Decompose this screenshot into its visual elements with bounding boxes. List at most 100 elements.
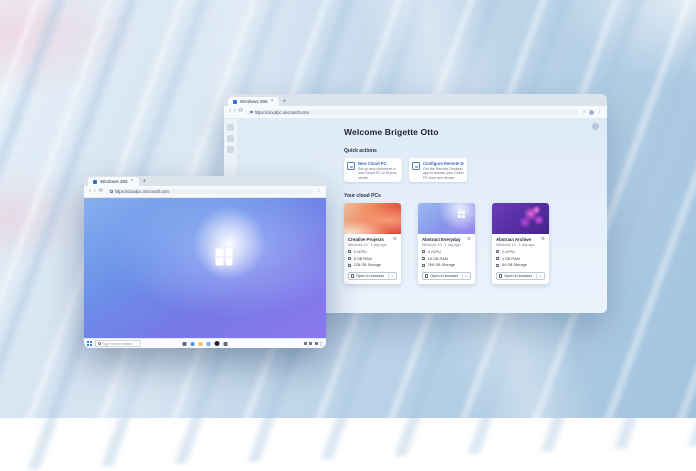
cpu-value: 2 vCPU — [502, 250, 515, 254]
search-placeholder: Type here to search — [103, 342, 133, 346]
open-in-browser-button[interactable]: Open in browser ⌄ — [496, 272, 545, 281]
portal-toolbar: ‹ › ⟳ https://cloudpc.microsoft.com ☆ ⋮ — [224, 106, 607, 119]
tab-title: Windows 365 — [240, 99, 268, 104]
cpu-icon — [422, 250, 425, 253]
show-desktop-button[interactable] — [320, 341, 323, 347]
desktop-toolbar: ‹ › ⟳ https://cloudpc.microsoft.com ⋮ — [84, 186, 326, 198]
gear-icon[interactable]: ⚙ — [541, 237, 545, 242]
windows-taskbar: Type here to search — [84, 338, 326, 348]
microsoft-store-icon[interactable] — [207, 342, 211, 346]
back-button[interactable]: ‹ — [229, 109, 231, 114]
cloud-pc-thumbnail — [418, 203, 475, 234]
url-text: https://cloudpc.microsoft.com — [255, 110, 309, 115]
cloud-pc-card-body: Creative Projects ⚙ Windows 10 · 1 day a… — [344, 234, 401, 284]
cpu-icon — [496, 250, 499, 253]
quick-actions-row: New Cloud PC Set up and customize a new … — [344, 158, 597, 182]
chevron-down-icon[interactable]: ⌄ — [391, 274, 394, 278]
notifications-icon[interactable] — [315, 342, 318, 345]
tab-close-icon[interactable]: × — [271, 99, 274, 104]
start-button[interactable] — [87, 341, 92, 346]
task-view-icon[interactable] — [183, 342, 187, 346]
quick-action-configure-remote-desktop[interactable]: Configure Remote Desktop Get the Remote … — [409, 158, 467, 182]
cloud-pc-thumbnail — [492, 203, 549, 234]
user-avatar[interactable] — [592, 123, 599, 130]
refresh-button[interactable]: ⟳ — [99, 189, 104, 194]
spec-row: 8 GB RAM — [348, 257, 397, 261]
back-button[interactable]: ‹ — [89, 189, 91, 194]
chevron-down-icon[interactable]: ⌄ — [539, 274, 542, 278]
windows-logo — [216, 248, 233, 265]
forward-button[interactable]: › — [94, 189, 96, 194]
toolbar-right-icons: ⋮ — [316, 189, 321, 194]
spec-row: 64 GB Storage — [496, 263, 545, 267]
quick-action-text: Configure Remote Desktop Get the Remote … — [423, 161, 464, 179]
cpu-icon — [348, 250, 351, 253]
nav-rail-home-icon[interactable] — [227, 124, 234, 131]
forward-button[interactable]: › — [234, 109, 236, 114]
cpu-value: 4 vCPU — [428, 250, 441, 254]
button-divider — [462, 274, 463, 279]
cloud-pc-card: Creative Projects ⚙ Windows 10 · 1 day a… — [344, 203, 401, 284]
spec-row: 256 GB Storage — [422, 263, 471, 267]
open-button-label: Open in browser — [430, 274, 458, 278]
nav-rail-devices-icon[interactable] — [227, 135, 234, 142]
cloud-pc-name: Abstract Everyday — [422, 237, 461, 242]
taskbar-search-box[interactable]: Type here to search — [95, 340, 141, 347]
nav-rail-apps-icon[interactable] — [227, 146, 234, 153]
cloud-pc-browser-window: Windows 365 × + ‹ › ⟳ https://cloudpc.mi… — [84, 176, 326, 348]
ram-value: 8 GB RAM — [354, 257, 372, 261]
open-button-label: Open in browser — [356, 274, 384, 278]
browser-menu-icon[interactable]: ⋮ — [316, 189, 321, 194]
quick-action-title: Configure Remote Desktop — [423, 161, 464, 166]
cloud-pc-name: Abstract Archive — [496, 237, 531, 242]
welcome-heading: Welcome Brigette Otto — [344, 127, 597, 137]
file-explorer-icon[interactable] — [199, 342, 203, 346]
browser-profile-avatar[interactable] — [589, 110, 594, 115]
desktop-tab-strip: Windows 365 × + — [84, 176, 326, 186]
system-tray — [304, 341, 323, 347]
storage-icon — [348, 264, 351, 267]
windows365-favicon — [233, 100, 237, 104]
browser-window-icon — [351, 274, 354, 277]
gear-icon[interactable]: ⚙ — [393, 237, 397, 242]
portal-browser-tab[interactable]: Windows 365 × — [228, 97, 279, 106]
new-tab-button[interactable]: + — [143, 179, 147, 186]
open-in-browser-button[interactable]: Open in browser ⌄ — [422, 272, 471, 281]
ram-value: 4 GB RAM — [502, 257, 520, 261]
chevron-down-icon[interactable]: ⌄ — [465, 274, 468, 278]
lock-icon — [250, 111, 253, 114]
bookmark-star-icon[interactable]: ☆ — [582, 110, 586, 115]
windows-desktop-wallpaper — [84, 198, 326, 338]
browser-window-icon — [425, 274, 428, 277]
cloud-pc-meta: Windows 10 · 1 day ago — [348, 243, 397, 247]
spec-row: 2 vCPU — [496, 250, 545, 254]
cloud-pc-thumbnail — [344, 203, 401, 234]
volume-icon[interactable] — [309, 342, 312, 345]
app-icon-dark[interactable] — [215, 341, 220, 346]
tab-close-icon[interactable]: × — [131, 179, 134, 184]
cloud-pcs-label: Your cloud PCs — [344, 193, 597, 199]
desktop-browser-tab[interactable]: Windows 365 × — [88, 177, 139, 186]
url-text: https://cloudpc.microsoft.com — [115, 189, 169, 194]
tab-title: Windows 365 — [100, 179, 128, 184]
refresh-button[interactable]: ⟳ — [239, 109, 244, 114]
open-button-label: Open in browser — [504, 274, 532, 278]
address-bar[interactable]: https://cloudpc.microsoft.com — [106, 189, 313, 194]
quick-action-new-cloud-pc[interactable]: New Cloud PC Set up and customize a new … — [344, 158, 402, 182]
spec-row: 4 GB RAM — [496, 257, 545, 261]
button-divider — [536, 274, 537, 279]
cloud-pc-card-body: Abstract Archive ⚙ Windows 10 · 1 day ag… — [492, 234, 549, 284]
open-in-browser-button[interactable]: Open in browser ⌄ — [348, 272, 397, 281]
cloud-pc-meta: Windows 10 · 1 day ago — [422, 243, 471, 247]
storage-value: 128 GB Storage — [354, 263, 381, 267]
mail-app-icon[interactable] — [224, 342, 228, 346]
browser-menu-icon[interactable]: ⋮ — [597, 110, 602, 115]
storage-icon — [496, 264, 499, 267]
address-bar[interactable]: https://cloudpc.microsoft.com — [246, 110, 579, 115]
ram-icon — [496, 257, 499, 260]
network-icon[interactable] — [304, 342, 307, 345]
taskbar-pinned-icons — [183, 341, 228, 346]
new-tab-button[interactable]: + — [283, 99, 287, 106]
gear-icon[interactable]: ⚙ — [467, 237, 471, 242]
edge-browser-icon[interactable] — [191, 342, 195, 346]
